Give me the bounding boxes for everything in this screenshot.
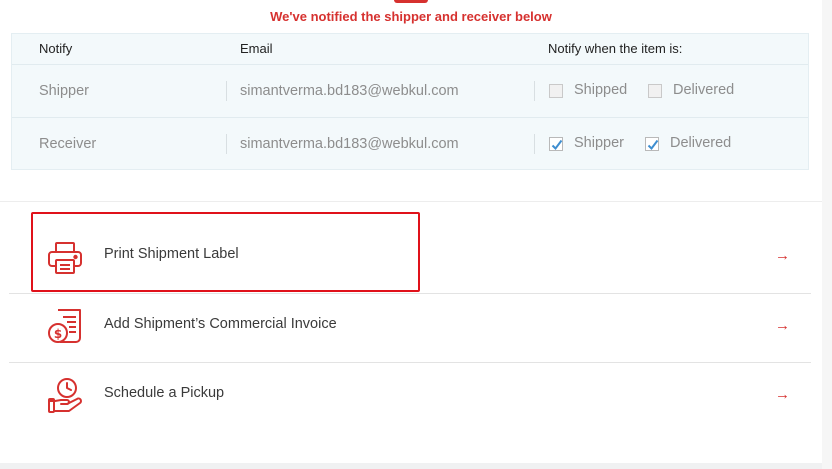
delivered-checkbox[interactable] <box>645 137 659 151</box>
delivered-checkbox[interactable] <box>648 84 662 98</box>
highlight-box <box>31 212 420 292</box>
checkbox-label: Shipped <box>574 82 628 98</box>
checkbox-label: Shipper <box>574 135 624 151</box>
row-email: simantverma.bd183@webkul.com <box>240 83 459 99</box>
row-divider <box>12 117 808 118</box>
header-email: Email <box>240 41 273 56</box>
notice-text: We've notified the shipper and receiver … <box>270 9 552 24</box>
checkbox-label: Delivered <box>670 135 732 151</box>
schedule-pickup-action[interactable]: Schedule a Pickup → <box>9 363 811 431</box>
scrollbar[interactable] <box>822 0 832 469</box>
notify-table: Notify Email Notify when the item is: Sh… <box>11 33 809 170</box>
action-label: Add Shipment’s Commercial Invoice <box>104 316 337 332</box>
top-badge <box>394 0 428 3</box>
arrow-right-icon[interactable]: → <box>775 247 790 264</box>
shipper-checkbox[interactable] <box>549 137 563 151</box>
row-role: Shipper <box>39 83 89 99</box>
row-role: Receiver <box>39 136 97 152</box>
header-notify: Notify <box>39 41 73 56</box>
pickup-clock-hand-icon <box>47 377 85 420</box>
arrow-right-icon[interactable]: → <box>775 386 790 403</box>
column-divider <box>226 81 227 101</box>
action-label: Schedule a Pickup <box>104 385 225 401</box>
row-email: simantverma.bd183@webkul.com <box>240 136 459 152</box>
column-divider <box>226 134 227 154</box>
arrow-right-icon[interactable]: → <box>775 317 790 334</box>
shipped-checkbox[interactable] <box>549 84 563 98</box>
svg-text:$: $ <box>54 327 62 341</box>
column-divider <box>534 134 535 154</box>
checkmark-icon <box>647 139 659 151</box>
row-divider <box>12 64 808 65</box>
checkmark-icon <box>551 139 563 151</box>
invoice-icon: $ <box>47 308 85 351</box>
header-notify-when: Notify when the item is: <box>548 41 683 56</box>
section-divider <box>0 201 822 202</box>
add-commercial-invoice-action[interactable]: $ Add Shipment’s Commercial Invoice → <box>9 294 811 362</box>
shipment-panel: We've notified the shipper and receiver … <box>0 0 822 463</box>
checkbox-label: Delivered <box>673 82 735 98</box>
column-divider <box>534 81 535 101</box>
